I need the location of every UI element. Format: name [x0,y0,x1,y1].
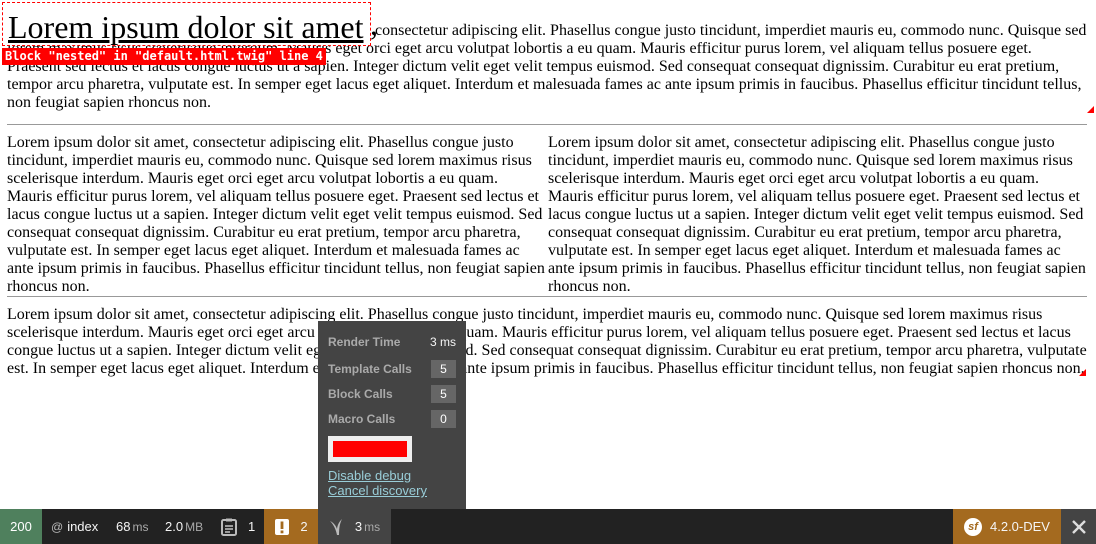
render-time-value: 3 ms [429,335,456,349]
highlight-color-picker[interactable] [328,436,412,462]
status-code-badge[interactable]: 200 [0,509,42,544]
twig-unit: ms [364,519,381,534]
block-corner-marker [1087,106,1094,113]
block-corner-marker [1079,369,1086,376]
separator-2 [7,296,1087,297]
column-left: Lorem ipsum dolor sit amet, consectetur … [7,134,547,296]
cancel-discovery-link[interactable]: Cancel discovery [328,482,427,500]
symfony-version-item[interactable]: sf 4.2.0-DEV [953,509,1061,544]
memory-value: 2.0 [165,518,184,534]
separator-1 [7,124,1087,125]
logs-icon [275,518,290,535]
memory-item[interactable]: 2.0 MB [165,509,203,544]
forms-count: 1 [248,518,256,534]
color-swatch [333,441,407,457]
forms-item[interactable]: 1 [220,509,255,544]
nested-block-4: Lorem ipsum dolor sit amet, consectetur … [7,306,1087,378]
symfony-icon: sf [964,517,982,536]
status-code: 200 [10,518,32,534]
forms-icon [221,518,237,536]
close-toolbar-button[interactable] [1061,509,1096,544]
macro-calls-value: 0 [431,410,456,428]
paragraph-3: Lorem ipsum dolor sit amet, consectetur … [548,134,1086,295]
twig-icon [329,518,342,535]
page-content: Lorem ipsum dolor sit amet , Block "nest… [2,0,1094,130]
debug-toolbar: 200 @ index 68 ms 2.0 MB 1 2 3 ms sf 4.2… [0,509,1096,544]
route-at: @ [51,519,64,534]
logs-count: 2 [300,518,308,534]
logs-item[interactable]: 2 [264,509,318,544]
close-icon [1071,519,1086,534]
route-item[interactable]: @ index [42,509,98,544]
time-item[interactable]: 68 ms [116,509,148,544]
render-time-row: Render Time 3 ms [328,332,456,352]
page-title: Lorem ipsum dolor sit amet [8,9,364,45]
paragraph-2: Lorem ipsum dolor sit amet, consectetur … [7,134,545,295]
route-name: index [67,518,99,534]
nested-block-1: Lorem ipsum dolor sit amet , Block "nest… [2,0,1094,130]
block-calls-value: 5 [431,385,456,403]
paragraph-4: Lorem ipsum dolor sit amet, consectetur … [7,306,1087,377]
twig-panel: Render Time 3 ms Template Calls 5 Block … [318,321,466,509]
macro-calls-row: Macro Calls 0 [328,409,456,429]
column-right: Lorem ipsum dolor sit amet, consectetur … [548,134,1088,296]
symfony-version: 4.2.0-DEV [990,518,1050,534]
nested-block-highlight[interactable]: Lorem ipsum dolor sit amet [2,2,371,46]
render-time-label: Render Time [328,335,401,349]
macro-calls-label: Macro Calls [328,412,396,426]
time-value: 68 [116,518,131,534]
time-unit: ms [132,519,149,534]
template-calls-row: Template Calls 5 [328,359,456,379]
template-calls-label: Template Calls [328,362,412,376]
twig-item[interactable]: 3 ms [318,509,391,544]
template-calls-value: 5 [431,360,456,378]
block-label: Block "nested" in "default.html.twig" li… [2,48,326,65]
block-calls-row: Block Calls 5 [328,384,456,404]
block-calls-label: Block Calls [328,387,393,401]
memory-unit: MB [185,519,204,534]
twig-value: 3 [354,518,363,534]
title-comma: , [370,6,378,42]
